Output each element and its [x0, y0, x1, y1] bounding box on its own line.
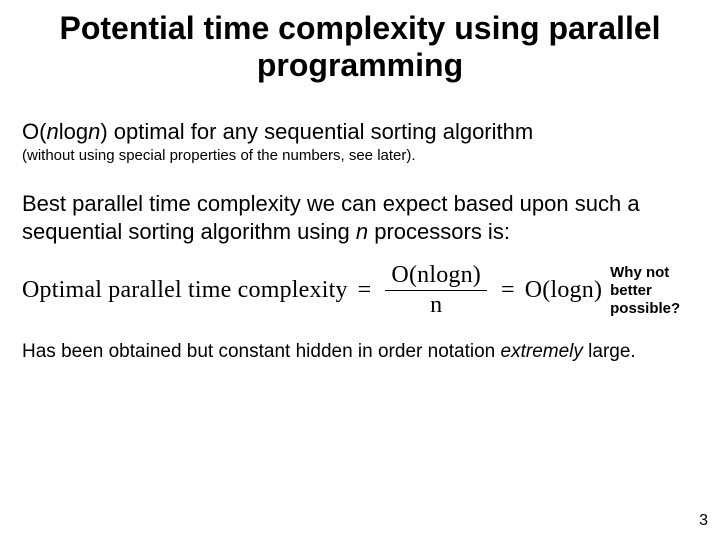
eq-equals: = — [501, 277, 515, 304]
eq-denominator: n — [430, 291, 442, 318]
emphasis: extremely — [501, 341, 583, 362]
text: processors is: — [368, 219, 510, 244]
slide: Potential time complexity using parallel… — [0, 0, 720, 540]
var-n: n — [46, 119, 58, 144]
complexity-statement: O(nlogn) optimal for any sequential sort… — [22, 118, 698, 146]
parallel-claim: Best parallel time complexity we can exp… — [22, 190, 698, 245]
page-number: 3 — [699, 512, 708, 530]
closing-remark: Has been obtained but constant hidden in… — [22, 340, 698, 364]
eq-equals: = — [358, 277, 372, 304]
var-n: n — [88, 119, 100, 144]
text: large. — [583, 341, 636, 362]
equation-row: Optimal parallel time complexity = O(nlo… — [22, 263, 698, 318]
aside-question: Why not better possible? — [610, 264, 698, 318]
qualifier-note: (without using special properties of the… — [22, 147, 698, 164]
eq-numerator: O(nlogn) — [385, 263, 487, 291]
eq-rhs: O(logn) — [525, 277, 602, 304]
text: log — [59, 119, 88, 144]
var-n: n — [356, 219, 368, 244]
text: O( — [22, 119, 46, 144]
text: Best parallel time complexity we can exp… — [22, 191, 640, 244]
eq-lhs: Optimal parallel time complexity — [22, 277, 348, 304]
text: ) optimal for any sequential sorting alg… — [100, 119, 533, 144]
eq-fraction: O(nlogn) n — [385, 263, 487, 318]
slide-title: Potential time complexity using parallel… — [22, 10, 698, 84]
text: Has been obtained but constant hidden in… — [22, 341, 501, 362]
equation: Optimal parallel time complexity = O(nlo… — [22, 263, 602, 318]
